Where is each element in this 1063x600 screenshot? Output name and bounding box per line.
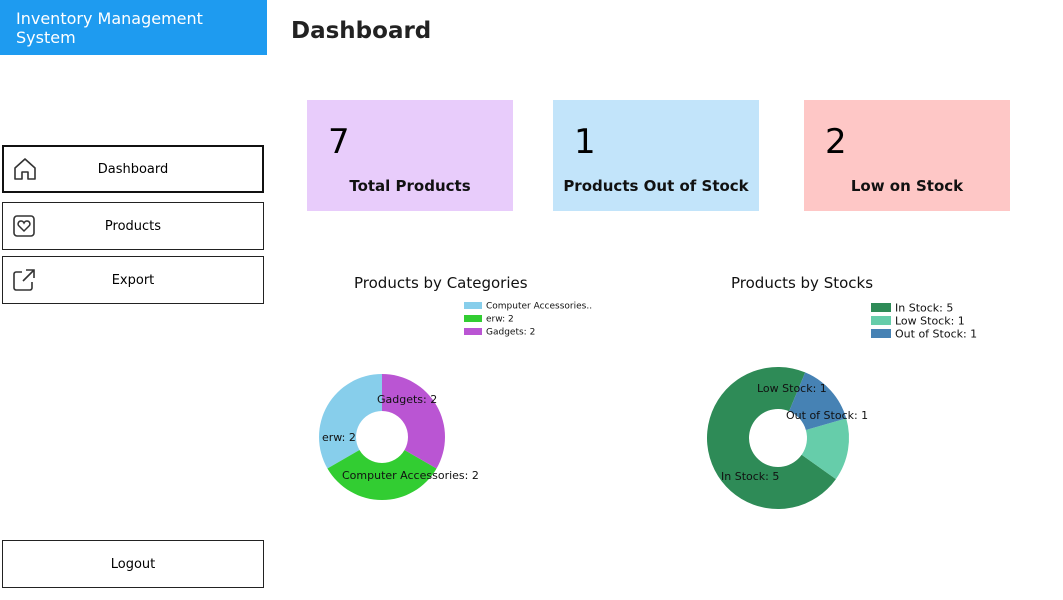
heart-box-icon <box>13 215 35 237</box>
legend-swatch <box>871 316 891 325</box>
legend-label: Low Stock: 1 <box>895 315 965 328</box>
card-value: 7 <box>328 122 350 162</box>
logout-label: Logout <box>110 556 156 572</box>
card-label: Total Products <box>349 177 471 195</box>
legend-label: Out of Stock: 1 <box>895 328 977 341</box>
card-label: Products Out of Stock <box>563 177 749 195</box>
stocks-donut-chart: In Stock: 5Low Stock: 1Out of Stock: 1In… <box>707 302 977 509</box>
legend-label: In Stock: 5 <box>895 302 953 315</box>
slice-label: Low Stock: 1 <box>757 382 827 395</box>
sidebar-item-dashboard[interactable]: Dashboard <box>2 145 264 193</box>
app-title: Inventory Management System <box>0 0 267 55</box>
out-of-stock-card: 1 Products Out of Stock <box>553 100 759 211</box>
stocks-chart-title: Products by Stocks <box>731 274 874 292</box>
slice-label: Gadgets: 2 <box>377 393 437 406</box>
home-icon <box>14 158 36 180</box>
legend-swatch <box>464 328 482 335</box>
sidebar-item-products[interactable]: Products <box>2 202 264 250</box>
legend-label: Gadgets: 2 <box>486 328 535 338</box>
external-link-icon <box>13 269 35 291</box>
categories-donut-chart: Computer Accessories: 2 erw: 2 Gadgets: 2 C… <box>319 302 592 500</box>
categories-chart-title: Products by Categories <box>354 274 528 292</box>
slice-gadgets <box>382 374 445 469</box>
slice-label: erw: 2 <box>322 431 356 444</box>
card-label: Low on Stock <box>850 177 964 195</box>
legend-label: erw: 2 <box>486 315 514 325</box>
legend-swatch <box>464 315 482 322</box>
legend-swatch <box>871 329 891 338</box>
legend-swatch <box>871 303 891 312</box>
slice-label: In Stock: 5 <box>721 470 779 483</box>
total-products-card: 7 Total Products <box>307 100 513 211</box>
card-value: 1 <box>574 122 596 162</box>
legend-swatch <box>464 302 482 309</box>
sidebar-item-label: Export <box>111 272 155 288</box>
page-title: Dashboard <box>291 18 432 44</box>
sidebar-item-export[interactable]: Export <box>2 256 264 304</box>
slice-label: Computer Accessories: 2 <box>342 469 479 482</box>
sidebar-item-label: Dashboard <box>97 161 169 177</box>
slice-label: Out of Stock: 1 <box>786 409 868 422</box>
slice-computer-accessories <box>319 374 382 469</box>
sidebar-item-label: Products <box>104 218 162 234</box>
card-value: 2 <box>825 122 847 162</box>
logout-button[interactable]: Logout <box>2 540 264 588</box>
legend-label: Computer Accessories.. <box>486 302 592 312</box>
low-on-stock-card: 2 Low on Stock <box>804 100 1010 211</box>
